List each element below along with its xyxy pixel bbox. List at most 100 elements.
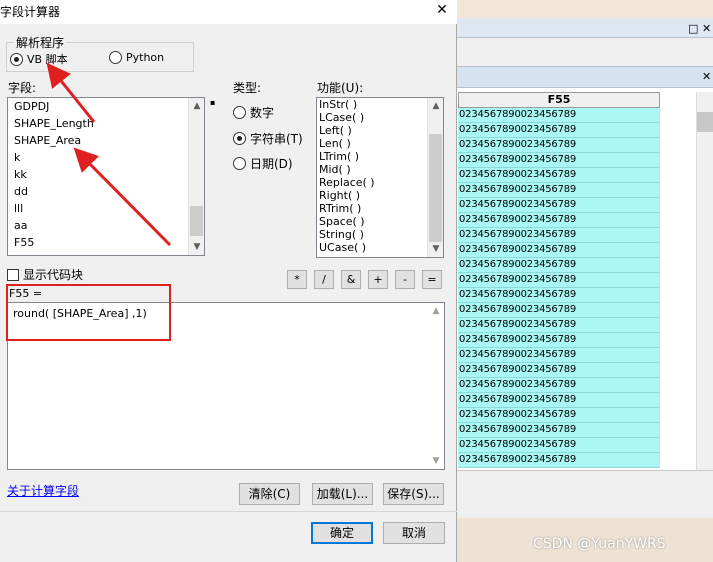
parser-group-label: 解析程序 [14, 34, 67, 51]
function-item[interactable]: Left( ) [317, 124, 443, 137]
table-cell[interactable]: 0234567890023456789 [458, 408, 660, 423]
scroll-down-icon[interactable]: ▼ [428, 453, 444, 469]
cancel-button[interactable]: 取消 [383, 522, 445, 544]
table-cell[interactable]: 0234567890023456789 [458, 438, 660, 453]
field-item[interactable]: F55 [8, 234, 204, 251]
table-cell[interactable]: 0234567890023456789 [458, 393, 660, 408]
expression-scrollbar[interactable]: ▲ ▼ [428, 303, 444, 469]
scroll-thumb[interactable] [429, 134, 442, 242]
clear-button[interactable]: 清除(C) [239, 483, 300, 505]
close-icon[interactable]: ✕ [702, 70, 711, 83]
about-calculate-field-link[interactable]: 关于计算字段 [7, 482, 79, 499]
field-item[interactable]: kk [8, 166, 204, 183]
functions-label: 功能(U): [317, 81, 364, 95]
field-item[interactable]: SHAPE_Length [8, 115, 204, 132]
table-cell[interactable]: 0234567890023456789 [458, 153, 660, 168]
field-calculator-dialog: 字段计算器 ✕ 解析程序 VB 脚本 Python 字段: GDPDJ SHAPE… [0, 0, 457, 562]
table-status-bar [456, 470, 713, 518]
operator-plus-button[interactable]: + [368, 270, 388, 289]
radio-unselected-icon [233, 106, 246, 119]
field-item[interactable]: GDPDJ [8, 98, 204, 115]
function-item[interactable]: LCase( ) [317, 111, 443, 124]
operator-minus-button[interactable]: - [395, 270, 415, 289]
function-item[interactable]: Mid( ) [317, 163, 443, 176]
parser-vbscript-label: VB 脚本 [27, 53, 68, 66]
type-string-label: 字符串(T) [250, 132, 303, 146]
field-item[interactable]: dd [8, 183, 204, 200]
table-cell[interactable]: 0234567890023456789 [458, 453, 660, 468]
ok-button[interactable]: 确定 [311, 522, 373, 544]
table-cell[interactable]: 0234567890023456789 [458, 198, 660, 213]
table-cell[interactable]: 0234567890023456789 [458, 183, 660, 198]
function-item[interactable]: LTrim( ) [317, 150, 443, 163]
checkbox-icon [7, 268, 19, 281]
dialog-titlebar: 字段计算器 ✕ [0, 0, 457, 24]
fields-scrollbar[interactable]: ▲ ▼ [188, 98, 204, 255]
table-cell[interactable]: 0234567890023456789 [458, 123, 660, 138]
parser-python-radio[interactable]: Python [109, 51, 164, 64]
restore-icon[interactable]: □ [688, 22, 698, 35]
field-item[interactable]: aa [8, 217, 204, 234]
load-button[interactable]: 加载(L)... [312, 483, 373, 505]
table-cell[interactable]: 0234567890023456789 [458, 228, 660, 243]
function-item[interactable]: Space( ) [317, 215, 443, 228]
table-cell[interactable]: 0234567890023456789 [458, 303, 660, 318]
table-cell[interactable]: 0234567890023456789 [458, 423, 660, 438]
function-item[interactable]: UCase( ) [317, 241, 443, 254]
operator-multiply-button[interactable]: * [287, 270, 307, 289]
type-string-radio[interactable]: 字符串(T) [233, 130, 303, 147]
table-cell[interactable]: 0234567890023456789 [458, 138, 660, 153]
table-toolbar [456, 38, 713, 66]
scroll-up-icon[interactable]: ▲ [428, 98, 443, 114]
scroll-down-icon[interactable]: ▼ [189, 239, 204, 255]
show-codeblock-checkbox[interactable]: 显示代码块 [7, 266, 83, 283]
fields-list[interactable]: GDPDJ SHAPE_Length SHAPE_Area k kk dd lll aa F55… [7, 97, 205, 256]
type-number-label: 数字 [250, 106, 275, 120]
table-cell[interactable]: 0234567890023456789 [458, 258, 660, 273]
scroll-up-icon[interactable]: ▲ [428, 303, 444, 319]
table-cell[interactable]: 0234567890023456789 [458, 288, 660, 303]
scroll-thumb[interactable] [697, 112, 713, 132]
parser-vbscript-radio[interactable]: VB 脚本 [10, 51, 68, 67]
radio-selected-icon [10, 52, 23, 66]
table-cell[interactable]: 0234567890023456789 [458, 378, 660, 393]
function-item[interactable]: Replace( ) [317, 176, 443, 189]
table-cell[interactable]: 0234567890023456789 [458, 333, 660, 348]
column-header-f55[interactable]: F55 [458, 92, 660, 108]
table-cell[interactable]: 0234567890023456789 [458, 213, 660, 228]
field-item[interactable]: SHAPE_Area [8, 132, 204, 149]
table-cell[interactable]: 0234567890023456789 [458, 363, 660, 378]
function-item[interactable]: RTrim( ) [317, 202, 443, 215]
table-cell[interactable]: 0234567890023456789 [458, 273, 660, 288]
parser-python-label: Python [126, 51, 165, 64]
functions-list[interactable]: InStr( ) LCase( ) Left( ) Len( ) LTrim( ) Mid… [316, 97, 444, 258]
function-item[interactable]: InStr( ) [317, 98, 443, 111]
type-date-radio[interactable]: 日期(D) [233, 155, 293, 172]
operator-concat-button[interactable]: & [341, 270, 361, 289]
show-codeblock-label: 显示代码块 [23, 268, 84, 282]
operator-equals-button[interactable]: = [422, 270, 442, 289]
scroll-up-icon[interactable]: ▲ [189, 98, 204, 114]
operator-divide-button[interactable]: / [314, 270, 334, 289]
dialog-title: 字段计算器 [0, 5, 61, 19]
table-scrollbar[interactable] [696, 92, 713, 492]
table-cell[interactable]: 0234567890023456789 [458, 108, 660, 123]
close-icon[interactable]: ✕ [702, 22, 711, 35]
close-button[interactable]: ✕ [432, 2, 452, 20]
scroll-down-icon[interactable]: ▼ [428, 241, 443, 257]
field-item[interactable]: k [8, 149, 204, 166]
table-window-titlebar: □ ✕ [456, 18, 713, 38]
table-cell[interactable]: 0234567890023456789 [458, 348, 660, 363]
table-cell[interactable]: 0234567890023456789 [458, 318, 660, 333]
table-cell[interactable]: 0234567890023456789 [458, 243, 660, 258]
table-cell[interactable]: 0234567890023456789 [458, 168, 660, 183]
function-item[interactable]: String( ) [317, 228, 443, 241]
functions-scrollbar[interactable]: ▲ ▼ [427, 98, 443, 257]
save-button[interactable]: 保存(S)... [383, 483, 444, 505]
field-item[interactable]: lll [8, 200, 204, 217]
function-item[interactable]: Len( ) [317, 137, 443, 150]
divider [0, 511, 457, 512]
scroll-thumb[interactable] [190, 206, 203, 236]
function-item[interactable]: Right( ) [317, 189, 443, 202]
type-number-radio[interactable]: 数字 [233, 104, 274, 121]
